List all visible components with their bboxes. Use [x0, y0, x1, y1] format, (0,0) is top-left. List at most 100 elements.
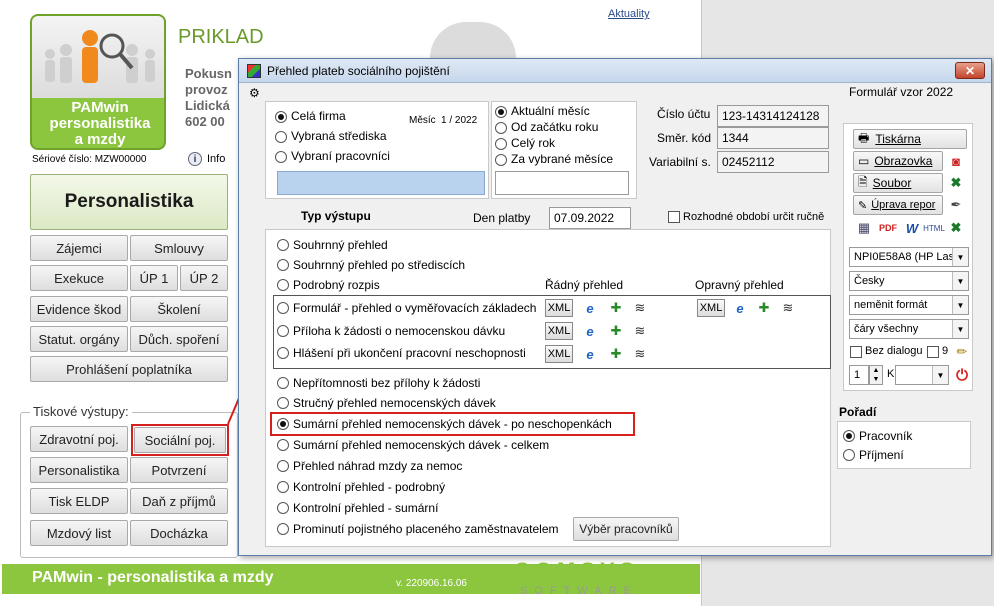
kontrolni-sumarni-label[interactable]: Kontrolní přehled - sumární: [293, 501, 438, 515]
vybrani-pracovnici-label[interactable]: Vybraní pracovníci: [291, 149, 390, 163]
bez-dialogu-checkbox[interactable]: [850, 346, 862, 358]
formular-opravny-stack-icon[interactable]: ≋: [779, 299, 797, 317]
language-select[interactable]: Česky ▼: [849, 271, 969, 291]
pen-icon[interactable]: ✒: [947, 196, 965, 214]
pdf-red-icon[interactable]: ◙: [947, 152, 965, 170]
podrobny-rozpis-label[interactable]: Podrobný rozpis: [293, 278, 380, 292]
nepritomnosti-radio[interactable]: [277, 377, 289, 389]
obrazovka-button[interactable]: ▭ Obrazovka: [853, 151, 943, 171]
kontrolni-sumarni-radio[interactable]: [277, 502, 289, 514]
hlaseni-xml-button[interactable]: XML: [545, 345, 573, 363]
dialog-titlebar[interactable]: Přehled plateb sociálního pojištění ✕: [239, 59, 991, 83]
excel-export-icon[interactable]: ✖: [947, 219, 965, 237]
priloha-ie-icon[interactable]: e: [581, 322, 599, 340]
sumarni-neschopenky-label[interactable]: Sumární přehled nemocenských dávek - po …: [293, 417, 612, 431]
strucny-prehled-label[interactable]: Stručný přehled nemocenských dávek: [293, 396, 496, 410]
podrobny-rozpis-radio[interactable]: [277, 279, 289, 291]
vybrani-pracovnici-radio[interactable]: [275, 151, 287, 163]
cislo-uctu-field[interactable]: 123-14314124128: [717, 105, 829, 127]
vybrane-mesice-label[interactable]: Za vybrané měsíce: [511, 152, 613, 166]
priloha-radio[interactable]: [277, 325, 289, 337]
vybrana-strediska-label[interactable]: Vybraná střediska: [291, 129, 387, 143]
sumarni-celkem-radio[interactable]: [277, 439, 289, 451]
aktualni-mesic-label[interactable]: Aktuální měsíc: [511, 104, 590, 118]
sumarni-neschopenky-radio[interactable]: [277, 418, 289, 430]
printer-select[interactable]: NPI0E58A8 (HP Lase ▼: [849, 247, 969, 267]
rozhodne-obdobi-checkbox[interactable]: [668, 211, 680, 223]
sumarni-celkem-label[interactable]: Sumární přehled nemocenských dávek - cel…: [293, 438, 549, 452]
k-select[interactable]: ▼: [895, 365, 949, 385]
poradi-prijmeni-radio[interactable]: [843, 449, 855, 461]
bez-dialogu-label[interactable]: Bez dialogu: [865, 345, 923, 357]
pencil-icon[interactable]: ✏: [953, 343, 971, 361]
souhrnny-strediska-label[interactable]: Souhrnný přehled po střediscích: [293, 258, 465, 272]
cela-firma-radio[interactable]: [275, 111, 287, 123]
den-platby-field[interactable]: 07.09.2022: [549, 207, 631, 229]
hlaseni-radio[interactable]: [277, 347, 289, 359]
spin-field[interactable]: 1: [849, 365, 869, 385]
cely-rok-radio[interactable]: [495, 138, 507, 150]
scope-selection-field[interactable]: [277, 171, 485, 195]
prominuti-radio[interactable]: [277, 523, 289, 535]
smer-kod-field[interactable]: 1344: [717, 127, 829, 149]
variabilni-field[interactable]: 02452112: [717, 151, 829, 173]
od-zacatku-label[interactable]: Od začátku roku: [511, 120, 598, 134]
poradi-pracovnik-label[interactable]: Pracovník: [859, 429, 912, 443]
vyber-pracovniku-button[interactable]: Výběr pracovníků: [573, 517, 679, 541]
settings-gear-icon[interactable]: ⚙: [249, 86, 260, 100]
formular-add-icon[interactable]: ✚: [607, 299, 625, 317]
hlaseni-stack-icon[interactable]: ≋: [631, 345, 649, 363]
formular-ie-icon[interactable]: e: [581, 299, 599, 317]
priloha-xml-button[interactable]: XML: [545, 322, 573, 340]
soubor-button[interactable]: 🗎 Soubor: [853, 173, 943, 193]
hlaseni-add-icon[interactable]: ✚: [607, 345, 625, 363]
tiskarna-button[interactable]: 🖶 Tiskárna: [853, 129, 967, 149]
kontrolni-podrobny-radio[interactable]: [277, 481, 289, 493]
rozhodne-obdobi-label[interactable]: Rozhodné období určit ručně: [683, 211, 824, 223]
formular-opravny-ie-icon[interactable]: e: [731, 299, 749, 317]
aktualni-mesic-radio[interactable]: [495, 106, 507, 118]
spin-label: K: [887, 368, 895, 380]
excel-icon[interactable]: ✖: [947, 174, 965, 192]
pdf-export-icon[interactable]: PDF: [879, 219, 897, 237]
formular-opravny-xml-button[interactable]: XML: [697, 299, 725, 317]
power-icon[interactable]: ⏻: [953, 366, 971, 384]
chevron-down-icon: ▼: [952, 272, 968, 290]
prehled-nahrad-radio[interactable]: [277, 460, 289, 472]
priloha-stack-icon[interactable]: ≋: [631, 322, 649, 340]
priloha-add-icon[interactable]: ✚: [607, 322, 625, 340]
strucny-prehled-radio[interactable]: [277, 397, 289, 409]
word-export-icon[interactable]: W: [903, 219, 921, 237]
od-zacatku-radio[interactable]: [495, 122, 507, 134]
vybrana-strediska-radio[interactable]: [275, 131, 287, 143]
hlaseni-ie-icon[interactable]: e: [581, 345, 599, 363]
hlaseni-label[interactable]: Hlášení při ukončení pracovní neschopnos…: [293, 346, 526, 360]
html-export-icon[interactable]: HTML: [923, 219, 945, 237]
souhrnny-strediska-radio[interactable]: [277, 259, 289, 271]
nepritomnosti-label[interactable]: Nepřítomnosti bez přílohy k žádosti: [293, 376, 480, 390]
lines-select[interactable]: čáry všechny ▼: [849, 319, 969, 339]
vybrane-mesice-field[interactable]: [495, 171, 629, 195]
grid-export-icon[interactable]: ▦: [855, 219, 873, 237]
souhrnny-prehled-label[interactable]: Souhrnný přehled: [293, 238, 388, 252]
formular-label[interactable]: Formulář - přehled o vyměřovacích základ…: [293, 301, 536, 315]
uprava-reportu-button[interactable]: ✎ Úprava repor: [853, 195, 943, 215]
priloha-label[interactable]: Příloha k žádosti o nemocenskou dávku: [293, 324, 505, 338]
vybrane-mesice-radio[interactable]: [495, 154, 507, 166]
formular-stack-icon[interactable]: ≋: [631, 299, 649, 317]
formular-xml-button[interactable]: XML: [545, 299, 573, 317]
kontrolni-podrobny-label[interactable]: Kontrolní přehled - podrobný: [293, 480, 445, 494]
formular-opravny-add-icon[interactable]: ✚: [755, 299, 773, 317]
close-icon[interactable]: ✕: [955, 62, 985, 79]
poradi-pracovnik-radio[interactable]: [843, 430, 855, 442]
format-select[interactable]: neměnit formát ▼: [849, 295, 969, 315]
formular-radio[interactable]: [277, 302, 289, 314]
prehled-nahrad-label[interactable]: Přehled náhrad mzdy za nemoc: [293, 459, 462, 473]
poradi-prijmeni-label[interactable]: Příjmení: [859, 448, 904, 462]
cela-firma-label[interactable]: Celá firma: [291, 109, 346, 123]
cely-rok-label[interactable]: Celý rok: [511, 136, 555, 150]
souhrnny-prehled-radio[interactable]: [277, 239, 289, 251]
prominuti-label[interactable]: Prominutí pojistného placeného zaměstnav…: [293, 522, 559, 536]
copies-checkbox[interactable]: [927, 346, 939, 358]
spin-updown-icon[interactable]: ▲ ▼: [869, 365, 883, 385]
